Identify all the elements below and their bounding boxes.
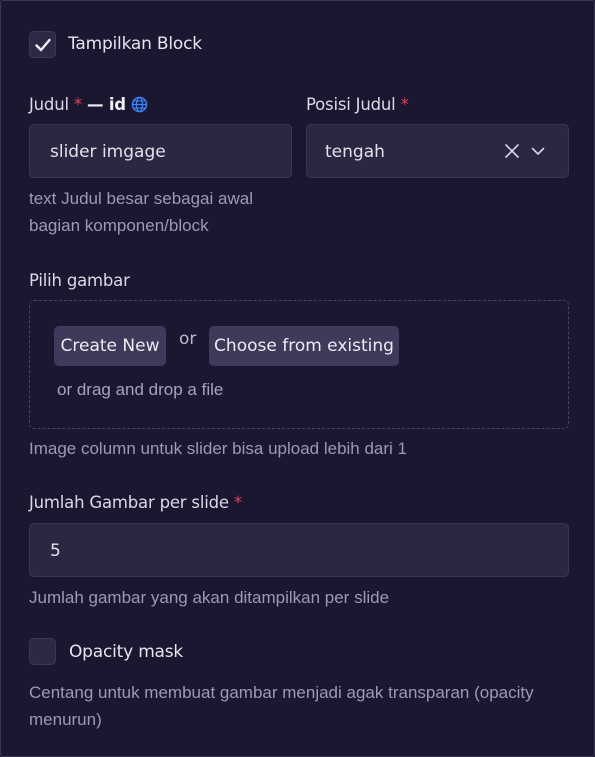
show-block-checkbox[interactable] <box>29 31 56 58</box>
opacity-mask-label: Opacity mask <box>69 642 184 662</box>
images-per-slide-label: Jumlah Gambar per slide * <box>29 493 242 512</box>
title-help: text Judul besar sebagai awal bagian kom… <box>29 185 253 239</box>
title-input[interactable]: slider imgage <box>29 124 292 178</box>
required-mark: * <box>233 493 242 512</box>
title-position-value: tengah <box>325 142 385 162</box>
locale-indicator: — id <box>87 95 126 114</box>
or-text: or <box>179 329 197 349</box>
title-position-label: Posisi Judul * <box>306 95 409 114</box>
globe-icon[interactable] <box>131 96 148 113</box>
title-position-label-text: Posisi Judul <box>306 95 396 114</box>
title-position-select[interactable]: tengah <box>306 124 569 178</box>
images-per-slide-label-text: Jumlah Gambar per slide <box>29 493 229 512</box>
choose-existing-button[interactable]: Choose from existing <box>209 326 399 366</box>
chevron-down-icon[interactable] <box>530 143 546 159</box>
form-panel: Tampilkan Block Judul * — id slider imga… <box>0 0 595 757</box>
drag-drop-text: or drag and drop a file <box>57 380 224 399</box>
title-help-line: text Judul besar sebagai awal <box>29 189 253 208</box>
images-per-slide-help: Jumlah gambar yang akan ditampilkan per … <box>29 588 390 607</box>
clear-x-icon[interactable] <box>504 143 520 159</box>
image-dropzone[interactable]: Create New or Choose from existing or dr… <box>29 300 569 429</box>
opacity-mask-help: Centang untuk membuat gambar menjadi aga… <box>29 679 534 733</box>
show-block-label: Tampilkan Block <box>68 34 202 54</box>
images-per-slide-input[interactable]: 5 <box>29 523 569 577</box>
title-label-text: Judul <box>29 95 69 114</box>
create-new-button[interactable]: Create New <box>54 326 166 366</box>
opacity-mask-help-line: menurun) <box>29 710 102 729</box>
image-picker-label: Pilih gambar <box>29 271 130 290</box>
title-help-line: bagian komponen/block <box>29 216 209 235</box>
opacity-mask-help-line: Centang untuk membuat gambar menjadi aga… <box>29 683 534 702</box>
required-mark: * <box>400 95 409 114</box>
title-label: Judul * — id <box>29 95 148 114</box>
required-mark: * <box>73 95 82 114</box>
check-icon <box>35 38 51 52</box>
image-picker-help: Image column untuk slider bisa upload le… <box>29 439 408 458</box>
opacity-mask-checkbox[interactable] <box>29 638 56 665</box>
